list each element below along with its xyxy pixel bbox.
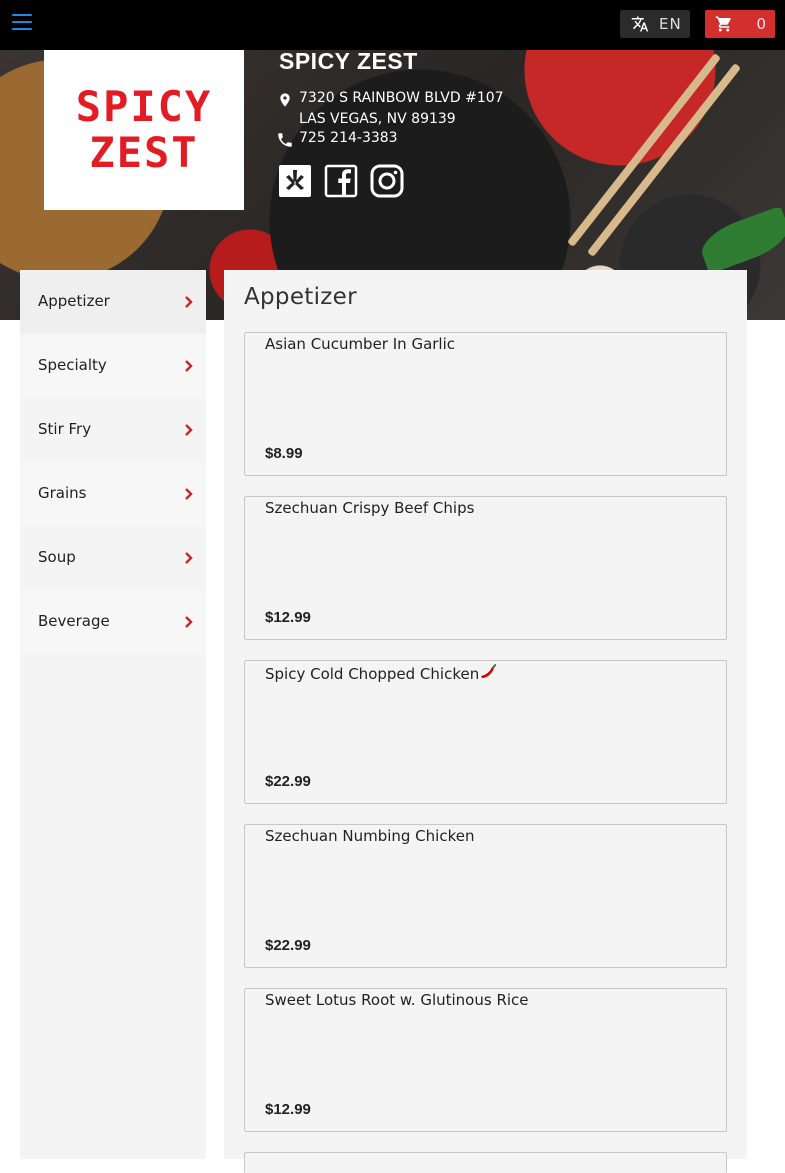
restaurant-name: SPICY ZEST bbox=[279, 50, 418, 74]
chevron-right-icon bbox=[185, 296, 193, 308]
menu-section: Appetizer Asian Cucumber In Garlic $8.99… bbox=[224, 270, 747, 1173]
section-title: Appetizer bbox=[244, 284, 357, 310]
cart-icon bbox=[715, 16, 731, 32]
sidebar-item-specialty[interactable]: Specialty bbox=[20, 334, 206, 398]
menu-item-price: $12.99 bbox=[265, 609, 311, 626]
restaurant-logo: SPICY ZEST bbox=[44, 50, 244, 210]
hero-decoration bbox=[586, 62, 742, 258]
phone[interactable]: 725 214-3383 bbox=[276, 130, 398, 147]
chevron-right-icon bbox=[185, 424, 193, 436]
menu-item-price: $12.99 bbox=[265, 1101, 311, 1118]
sidebar-item-label: Specialty bbox=[38, 356, 107, 374]
logo-text-line2: ZEST bbox=[89, 128, 199, 177]
hamburger-menu-icon[interactable] bbox=[12, 14, 32, 32]
sidebar-item-label: Soup bbox=[38, 548, 76, 566]
cart-count: 0 bbox=[756, 15, 766, 33]
menu-item-card[interactable]: Spicy Cold Chopped Chicken $22.99 bbox=[244, 660, 727, 804]
yelp-icon[interactable] bbox=[278, 164, 312, 198]
chevron-right-icon bbox=[185, 360, 193, 372]
instagram-icon[interactable] bbox=[370, 164, 404, 198]
sidebar-item-soup[interactable]: Soup bbox=[20, 526, 206, 590]
language-label: EN bbox=[659, 15, 682, 33]
hero-decoration bbox=[695, 205, 785, 275]
sidebar-item-label: Beverage bbox=[38, 612, 110, 630]
menu-item-card[interactable]: Sweet Lotus Root w. Glutinous Rice $12.9… bbox=[244, 988, 727, 1132]
phone-icon bbox=[278, 133, 292, 147]
sidebar-item-beverage[interactable]: Beverage bbox=[20, 590, 206, 654]
chevron-right-icon bbox=[185, 488, 193, 500]
menu-item-name: Szechuan Numbing Chicken bbox=[265, 827, 475, 845]
phone-number: 725 214-3383 bbox=[299, 130, 398, 146]
chili-pepper-icon bbox=[481, 664, 497, 678]
sidebar-item-appetizer[interactable]: Appetizer bbox=[20, 270, 206, 334]
menu-item-name: Asian Cucumber In Garlic bbox=[265, 335, 456, 353]
location-pin-icon bbox=[280, 93, 290, 107]
menu-item-card[interactable]: Szechuan Numbing Chicken $22.99 bbox=[244, 824, 727, 968]
address-line-2: LAS VEGAS, NV 89139 bbox=[299, 111, 456, 127]
menu-item-price: $22.99 bbox=[265, 773, 311, 790]
address[interactable]: 7320 S RAINBOW BLVD #107 LAS VEGAS, NV 8… bbox=[277, 88, 504, 130]
sidebar-item-stir-fry[interactable]: Stir Fry bbox=[20, 398, 206, 462]
menu-item-card[interactable]: Asian Cucumber In Garlic $8.99 bbox=[244, 332, 727, 476]
facebook-icon[interactable] bbox=[324, 164, 358, 198]
top-bar: EN 0 bbox=[0, 0, 785, 50]
language-button[interactable]: EN bbox=[620, 10, 690, 38]
chevron-right-icon bbox=[185, 616, 193, 628]
menu-item-name: Sweet Lotus Root w. Glutinous Rice bbox=[265, 991, 529, 1009]
sidebar-item-label: Stir Fry bbox=[38, 420, 92, 438]
address-line-1: 7320 S RAINBOW BLVD #107 bbox=[299, 90, 504, 106]
cart-button[interactable]: 0 bbox=[705, 10, 775, 38]
sidebar-item-grains[interactable]: Grains bbox=[20, 462, 206, 526]
menu-item-price: $22.99 bbox=[265, 937, 311, 954]
translate-icon bbox=[631, 16, 649, 32]
menu-item-price: $8.99 bbox=[265, 445, 303, 462]
hero-decoration bbox=[566, 52, 722, 248]
category-sidebar: Appetizer Specialty Stir Fry Grains Soup… bbox=[20, 270, 206, 1159]
menu-item-name: Szechuan Crispy Beef Chips bbox=[265, 499, 475, 517]
menu-item-card-partial[interactable] bbox=[244, 1152, 727, 1173]
logo-text-line1: SPICY bbox=[75, 82, 213, 131]
sidebar-item-label: Grains bbox=[38, 484, 87, 502]
menu-item-card[interactable]: Szechuan Crispy Beef Chips $12.99 bbox=[244, 496, 727, 640]
sidebar-item-label: Appetizer bbox=[38, 292, 110, 310]
chevron-right-icon bbox=[185, 552, 193, 564]
menu-item-name: Spicy Cold Chopped Chicken bbox=[265, 663, 497, 683]
